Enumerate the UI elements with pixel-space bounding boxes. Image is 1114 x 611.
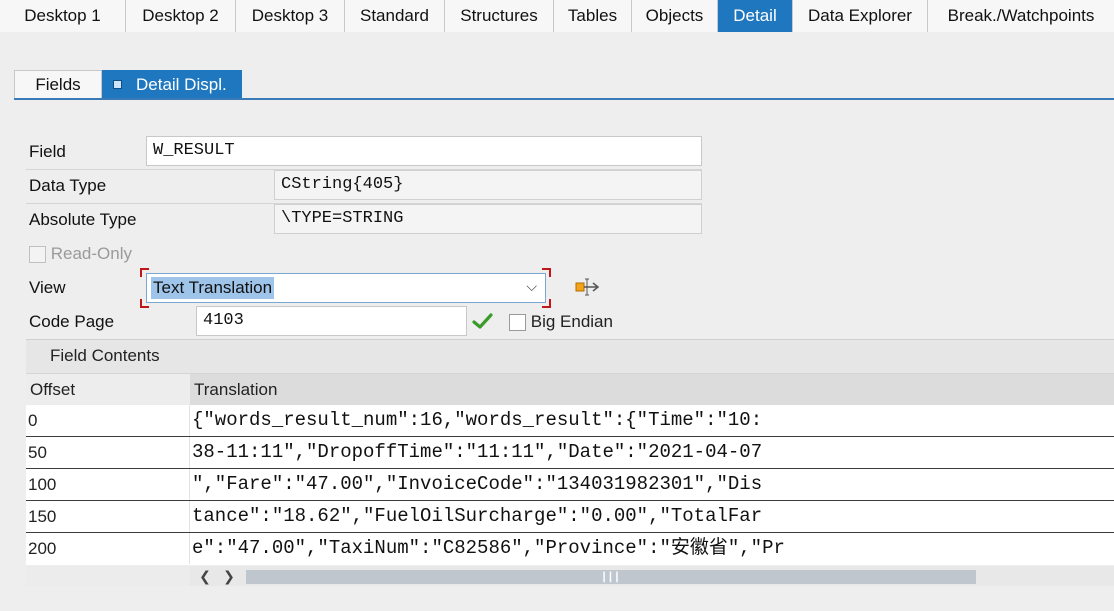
code-page-input[interactable]: 4103 [196, 306, 467, 336]
big-endian-label: Big Endian [530, 312, 613, 331]
scrollbar-thumb[interactable]: ┃┃┃ [246, 570, 976, 584]
offset-column-header[interactable]: Offset [26, 374, 190, 406]
view-dropdown[interactable]: Text Translation ⌵ [146, 273, 546, 303]
tab-break-watchpoints[interactable]: Break./Watchpoints [928, 0, 1114, 32]
absolute-type-field: \TYPE=STRING [274, 204, 702, 234]
field-name-input[interactable]: W_RESULT [146, 136, 702, 166]
detail-sub-tabs: Fields Detail Displ. [14, 70, 1114, 100]
scroll-left-gutter [26, 566, 190, 586]
tab-desktop-1[interactable]: Desktop 1 [0, 0, 126, 32]
read-only-checkbox [29, 246, 46, 264]
translation-cell: 38-11:11","DropoffTime":"11:11","Date":"… [192, 441, 763, 463]
subtab-detail-display[interactable]: Detail Displ. [102, 70, 242, 98]
absolute-type-label: Absolute Type [29, 210, 137, 229]
offset-cell: 0 [26, 405, 190, 436]
tab-desktop-3[interactable]: Desktop 3 [236, 0, 345, 32]
translation-cell: {"words_result_num":16,"words_result":{"… [192, 409, 763, 431]
offset-cell: 50 [26, 437, 190, 468]
field-contents-header: Field Contents [26, 339, 1114, 373]
tab-structures[interactable]: Structures [445, 0, 554, 32]
big-endian-checkbox[interactable] [509, 314, 526, 332]
offset-cell: 150 [26, 501, 190, 532]
chevron-left-icon[interactable]: ❮ [194, 566, 216, 586]
table-row: 200 e":"47.00","TaxiNum":"C82586","Provi… [26, 533, 1114, 565]
tab-desktop-2[interactable]: Desktop 2 [126, 0, 236, 32]
field-label: Field [29, 142, 66, 161]
tab-objects[interactable]: Objects [632, 0, 718, 32]
translation-cell: tance":"18.62","FuelOilSurcharge":"0.00"… [192, 505, 763, 527]
tab-tables[interactable]: Tables [554, 0, 632, 32]
table-row: 50 38-11:11","DropoffTime":"11:11","Date… [26, 437, 1114, 469]
table-row: 100 ","Fare":"47.00","InvoiceCode":"1340… [26, 469, 1114, 501]
focus-corner [140, 268, 149, 277]
horizontal-scrollbar[interactable]: ❮ ❯ ┃┃┃ [190, 566, 1114, 586]
focus-corner [542, 299, 551, 308]
offset-cell: 200 [26, 533, 190, 564]
focus-corner [542, 268, 551, 277]
data-type-field: CString{405} [274, 170, 702, 200]
table-row: 0 {"words_result_num":16,"words_result":… [26, 405, 1114, 437]
read-only-label: Read-Only [50, 244, 132, 263]
translation-column-header[interactable]: Translation [190, 374, 1114, 406]
data-type-label: Data Type [29, 176, 107, 195]
translation-cell: ","Fare":"47.00","InvoiceCode":"13403198… [192, 473, 763, 495]
subtab-detail-display-label: Detail Displ. [136, 74, 227, 94]
table-row: 150 tance":"18.62","FuelOilSurcharge":"0… [26, 501, 1114, 533]
tab-standard[interactable]: Standard [345, 0, 445, 32]
tab-detail[interactable]: Detail [718, 0, 793, 32]
big-endian-option[interactable]: Big Endian [509, 308, 613, 336]
transfer-icon[interactable] [574, 277, 600, 299]
translation-cell: e":"47.00","TaxiNum":"C82586","Province"… [192, 537, 785, 559]
grip-icon: ┃┃┃ [601, 572, 621, 582]
subtab-fields[interactable]: Fields [14, 70, 102, 98]
offset-cell: 100 [26, 469, 190, 500]
square-bullet-icon [113, 80, 122, 89]
read-only-option: Read-Only [29, 240, 132, 268]
top-tab-bar: Desktop 1 Desktop 2 Desktop 3 Standard S… [0, 0, 1114, 32]
focus-corner [140, 299, 149, 308]
view-selected-value: Text Translation [151, 277, 275, 299]
checkmark-icon[interactable] [472, 312, 494, 330]
chevron-right-icon[interactable]: ❯ [218, 566, 240, 586]
code-page-label: Code Page [29, 312, 115, 331]
chevron-down-icon[interactable]: ⌵ [526, 278, 537, 295]
tab-data-explorer[interactable]: Data Explorer [793, 0, 928, 32]
view-label: View [29, 278, 66, 297]
grid-header: Offset Translation [26, 373, 1114, 406]
